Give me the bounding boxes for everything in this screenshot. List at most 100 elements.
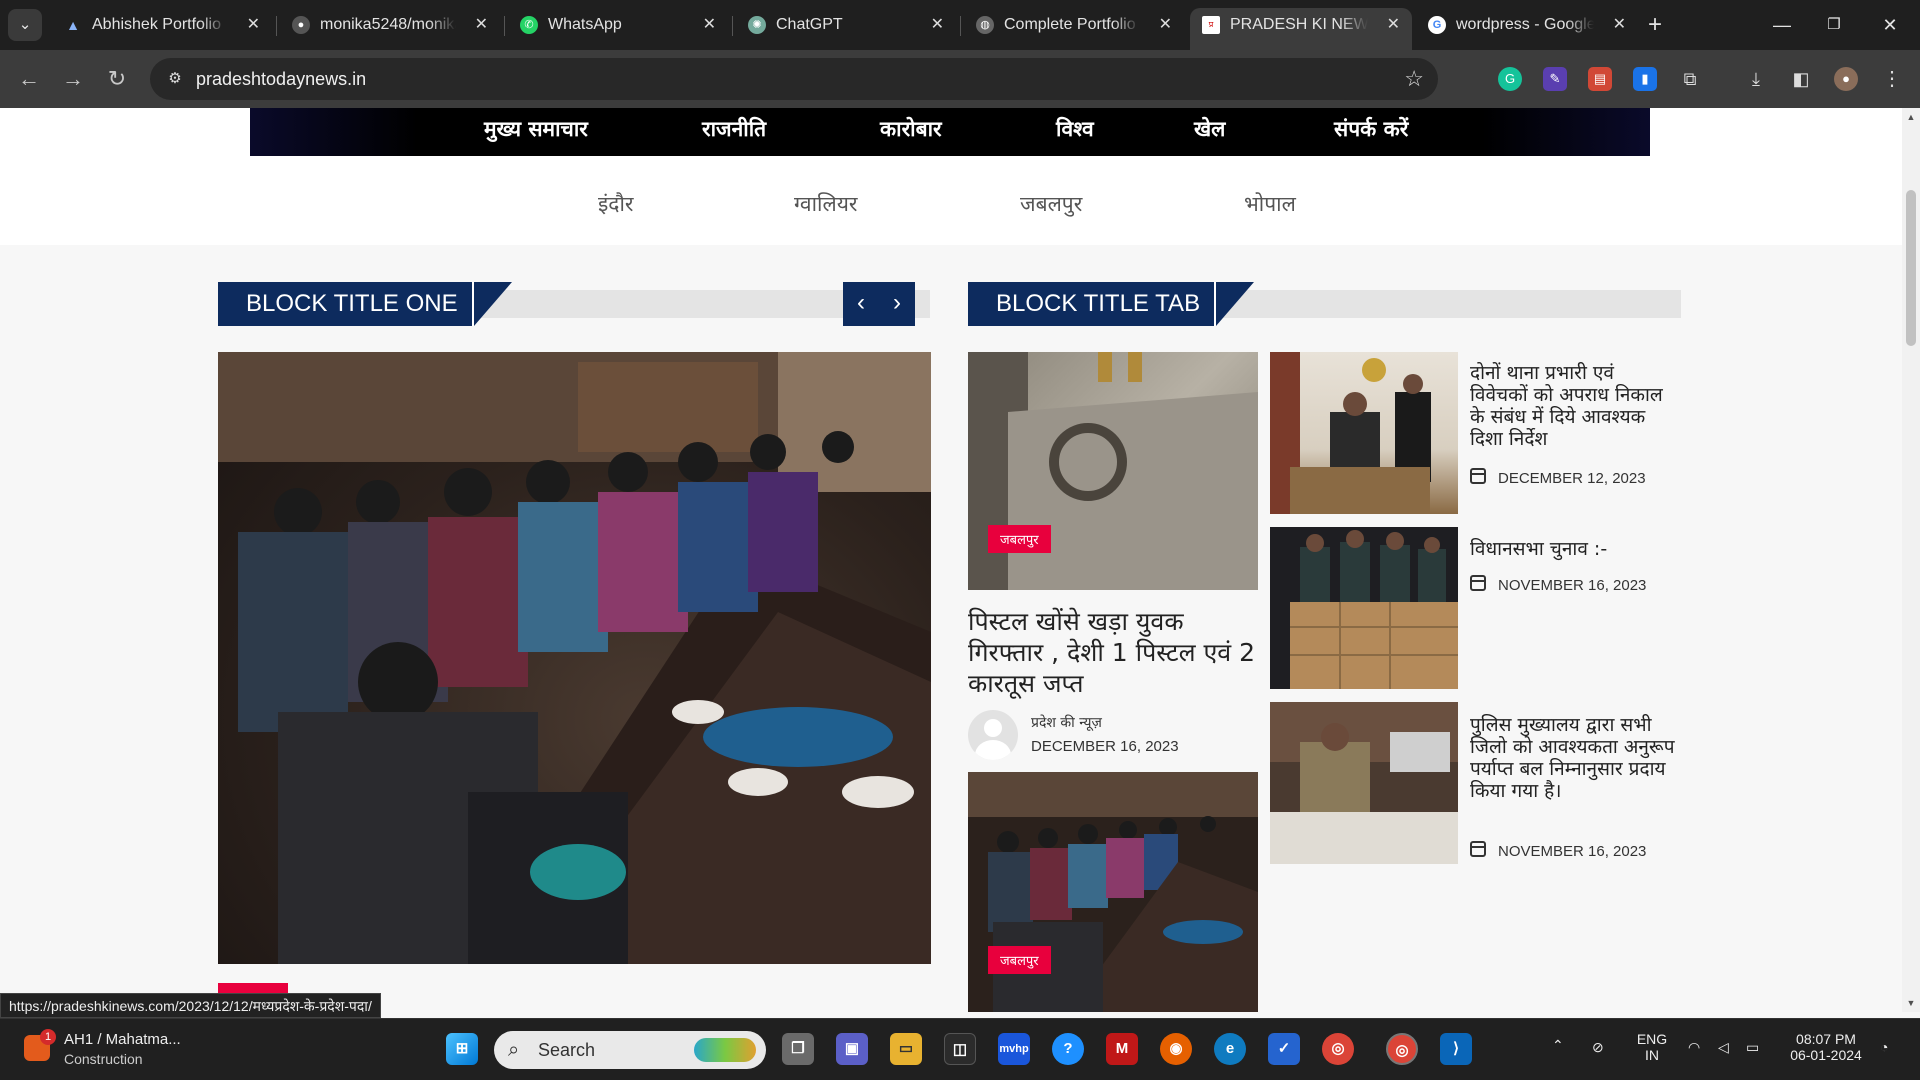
list-date-1: DECEMBER 12, 2023: [1498, 470, 1646, 487]
category-badge-jabalpur[interactable]: जबलपुर: [988, 525, 1051, 553]
download-icon[interactable]: ⤓: [1744, 67, 1768, 91]
extension-red-icon[interactable]: ▤: [1588, 67, 1612, 91]
block-title-one-label: BLOCK TITLE ONE: [218, 282, 473, 326]
url-text[interactable]: pradeshtodaynews.in: [196, 58, 366, 100]
tab-github[interactable]: ● monika5248/monika5248 ✕: [280, 8, 500, 42]
clock[interactable]: 08:07 PM 06-01-2024: [1782, 1031, 1870, 1063]
menu-kebab-icon[interactable]: ⋮: [1880, 67, 1904, 91]
side-panel-icon[interactable]: ◧: [1789, 67, 1813, 91]
list-headline-2[interactable]: विधानसभा चुनाव :-: [1470, 538, 1670, 560]
restore-icon[interactable]: ❐: [1804, 0, 1864, 50]
nav-item-world[interactable]: विश्व: [1056, 108, 1094, 150]
featured-meeting-image[interactable]: [218, 352, 931, 964]
category-badge-jabalpur-2[interactable]: जबलपुर: [988, 946, 1051, 974]
tab-complete-portfolio[interactable]: ◍ Complete Portfolio Website ✕: [964, 8, 1184, 42]
taskbar-search[interactable]: ⌕ Search: [494, 1031, 766, 1069]
nav-item-business[interactable]: कारोबार: [880, 108, 942, 150]
chrome-icon[interactable]: ◎: [1322, 1033, 1354, 1065]
subnav-item-indore[interactable]: इंदौर: [598, 190, 634, 218]
tab-chatgpt[interactable]: ✺ ChatGPT ✕: [736, 8, 956, 42]
new-tab-plus-icon[interactable]: +: [1648, 10, 1662, 40]
tab-abhishek-portfolio[interactable]: ▲ Abhishek Portfolio ✕: [52, 8, 272, 42]
close-icon[interactable]: ✕: [703, 8, 716, 42]
window-close-icon[interactable]: ✕: [1860, 0, 1920, 50]
scroll-up-arrow-icon[interactable]: ▲: [1902, 112, 1920, 122]
close-icon[interactable]: ✕: [475, 8, 488, 42]
chrome-profile-icon[interactable]: ◎: [1386, 1033, 1418, 1065]
notification-bell-icon[interactable]: ◔: [1880, 1039, 1888, 1055]
profile-avatar[interactable]: ●: [1834, 67, 1858, 91]
forward-arrow-icon[interactable]: →: [58, 64, 88, 94]
close-icon[interactable]: ✕: [247, 8, 260, 42]
puzzle-extensions-icon[interactable]: ⧉: [1678, 67, 1702, 91]
list-thumb-3[interactable]: [1270, 702, 1458, 864]
close-icon[interactable]: ✕: [1159, 8, 1172, 42]
page-scrollbar[interactable]: ▲ ▼: [1902, 108, 1920, 1012]
tab-pradesh-ki-news[interactable]: प्र PRADESH KI NEWS – Pradesh ✕: [1190, 8, 1412, 50]
microsoft-store-icon[interactable]: ◫: [944, 1033, 976, 1065]
tab-search-chevron-icon[interactable]: ⌄: [8, 9, 42, 41]
volume-icon[interactable]: ◁: [1718, 1039, 1729, 1056]
subnav-item-bhopal[interactable]: भोपाल: [1244, 190, 1296, 218]
chevron-left-icon[interactable]: ‹: [843, 282, 879, 326]
mcafee-webadvisor-icon[interactable]: mvhp: [998, 1033, 1030, 1065]
grammarly-icon[interactable]: G: [1498, 67, 1522, 91]
todo-icon[interactable]: ✓: [1268, 1033, 1300, 1065]
page-viewport: मुख्य समाचार राजनीति कारोबार विश्व खेल स…: [0, 108, 1902, 1012]
extension-blue-icon[interactable]: ▮: [1633, 67, 1657, 91]
edge-icon[interactable]: e: [1214, 1033, 1246, 1065]
tray-overflow-chevron-icon[interactable]: ⌃: [1552, 1037, 1564, 1054]
back-arrow-icon[interactable]: ←: [14, 64, 44, 94]
subnav-item-jabalpur[interactable]: जबलपुर: [1020, 190, 1082, 218]
author-name[interactable]: प्रदेश की न्यूज़: [1031, 713, 1102, 732]
wifi-icon[interactable]: ◠: [1688, 1039, 1700, 1056]
task-view-icon[interactable]: ❐: [782, 1033, 814, 1065]
clock-date: 06-01-2024: [1790, 1047, 1862, 1063]
tab-google-search[interactable]: G wordpress - Google Search ✕: [1416, 8, 1638, 42]
vscode-icon[interactable]: ⟩: [1440, 1033, 1472, 1065]
subnav-item-gwalior[interactable]: ग्वालियर: [794, 190, 857, 218]
close-icon[interactable]: ✕: [1613, 8, 1626, 42]
reload-icon[interactable]: ↻: [102, 64, 132, 94]
weather-widget[interactable]: 1 AH1 / Mahatma... Construction: [20, 1029, 210, 1071]
firefox-icon[interactable]: ◉: [1160, 1033, 1192, 1065]
teams-chat-icon[interactable]: ▣: [836, 1033, 868, 1065]
color-picker-icon[interactable]: ✎: [1543, 67, 1567, 91]
status-bar-url: https://pradeshkinews.com/2023/12/12/मध्…: [0, 993, 381, 1018]
nav-item-main-news[interactable]: मुख्य समाचार: [484, 108, 588, 150]
address-bar[interactable]: ⚙ pradeshtodaynews.in ☆: [150, 58, 1438, 100]
mcafee-icon[interactable]: M: [1106, 1033, 1138, 1065]
minimize-icon[interactable]: —: [1752, 0, 1812, 50]
nav-item-contact[interactable]: संपर्क करें: [1334, 108, 1408, 150]
windows-taskbar: 1 AH1 / Mahatma... Construction ⊞ ⌕ Sear…: [0, 1018, 1920, 1080]
close-icon[interactable]: ✕: [1387, 8, 1400, 42]
list-headline-1[interactable]: दोनों थाना प्रभारी एवं विवेचकों को अपराध…: [1470, 362, 1670, 450]
weather-title: AH1 / Mahatma...: [64, 1031, 181, 1048]
site-settings-icon[interactable]: ⚙: [164, 68, 186, 90]
list-thumb-1[interactable]: [1270, 352, 1458, 514]
help-icon[interactable]: ?: [1052, 1033, 1084, 1065]
network-off-icon[interactable]: ⊘: [1592, 1039, 1604, 1056]
featured-headline[interactable]: पिस्टल खोंसे खड़ा युवक गिरफ्तार , देशी 1…: [968, 606, 1264, 699]
list-headline-3[interactable]: पुलिस मुख्यालय द्वारा सभी जिलो को आवश्यक…: [1470, 714, 1680, 802]
battery-icon[interactable]: ▭: [1746, 1039, 1759, 1056]
language-indicator[interactable]: ENG IN: [1634, 1031, 1670, 1063]
notification-count-badge: 1: [40, 1029, 56, 1045]
site-header: मुख्य समाचार राजनीति कारोबार विश्व खेल स…: [0, 108, 1902, 245]
nav-item-sports[interactable]: खेल: [1194, 108, 1225, 150]
close-icon[interactable]: ✕: [931, 8, 944, 42]
meeting-photo-illustration: [218, 352, 931, 964]
windows-start-icon[interactable]: ⊞: [446, 1033, 478, 1065]
tab-whatsapp[interactable]: ✆ WhatsApp ✕: [508, 8, 728, 42]
pistol-image[interactable]: [968, 352, 1258, 590]
scroll-thumb[interactable]: [1906, 190, 1916, 346]
nav-item-politics[interactable]: राजनीति: [702, 108, 766, 150]
block-title-tab-label: BLOCK TITLE TAB: [968, 282, 1215, 326]
list-thumb-2[interactable]: [1270, 527, 1458, 689]
github-icon: ●: [292, 16, 310, 34]
file-explorer-icon[interactable]: ▭: [890, 1033, 922, 1065]
scroll-down-arrow-icon[interactable]: ▼: [1902, 998, 1920, 1008]
bookmark-star-icon[interactable]: ☆: [1404, 66, 1424, 92]
second-card-image[interactable]: [968, 772, 1258, 1012]
chevron-right-icon[interactable]: ›: [879, 282, 915, 326]
